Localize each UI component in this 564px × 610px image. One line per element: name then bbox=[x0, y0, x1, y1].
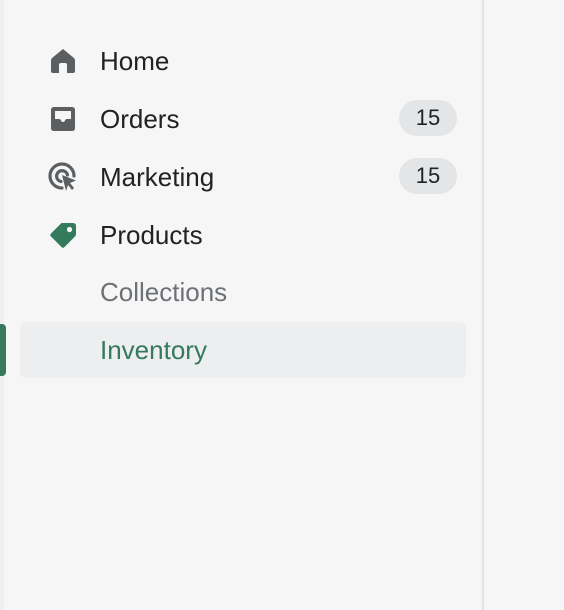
sidebar-item-orders[interactable]: Orders 15 bbox=[4, 90, 482, 146]
sidebar-item-products[interactable]: Products bbox=[4, 206, 482, 262]
tag-icon bbox=[48, 220, 78, 250]
sidebar-item-label: Marketing bbox=[100, 162, 215, 192]
app-frame: Home Orders 15 Marketing 15 Products Col… bbox=[0, 0, 564, 610]
sidebar-item-marketing[interactable]: Marketing 15 bbox=[4, 148, 482, 204]
sidebar-subitem-collections[interactable]: Collections bbox=[4, 264, 482, 320]
sidebar-subitem-label: Inventory bbox=[100, 335, 207, 365]
target-cursor-icon bbox=[48, 162, 78, 192]
sidebar-item-label: Products bbox=[100, 220, 203, 250]
sidebar-subitem-label: Collections bbox=[100, 277, 228, 307]
sidebar-subitem-inventory[interactable]: Inventory bbox=[4, 322, 482, 378]
main-content-area bbox=[484, 0, 564, 610]
sidebar-item-label: Orders bbox=[100, 104, 180, 134]
sidebar-item-label: Home bbox=[100, 46, 170, 76]
marketing-count-badge: 15 bbox=[399, 158, 457, 194]
sidebar-navigation: Home Orders 15 Marketing 15 Products Col… bbox=[4, 0, 482, 610]
sidebar-item-home[interactable]: Home bbox=[4, 32, 482, 88]
active-item-highlight bbox=[20, 322, 466, 378]
orders-count-badge: 15 bbox=[399, 100, 457, 136]
inbox-icon bbox=[48, 104, 78, 134]
active-indicator-bar bbox=[0, 324, 6, 376]
home-icon bbox=[48, 46, 78, 76]
